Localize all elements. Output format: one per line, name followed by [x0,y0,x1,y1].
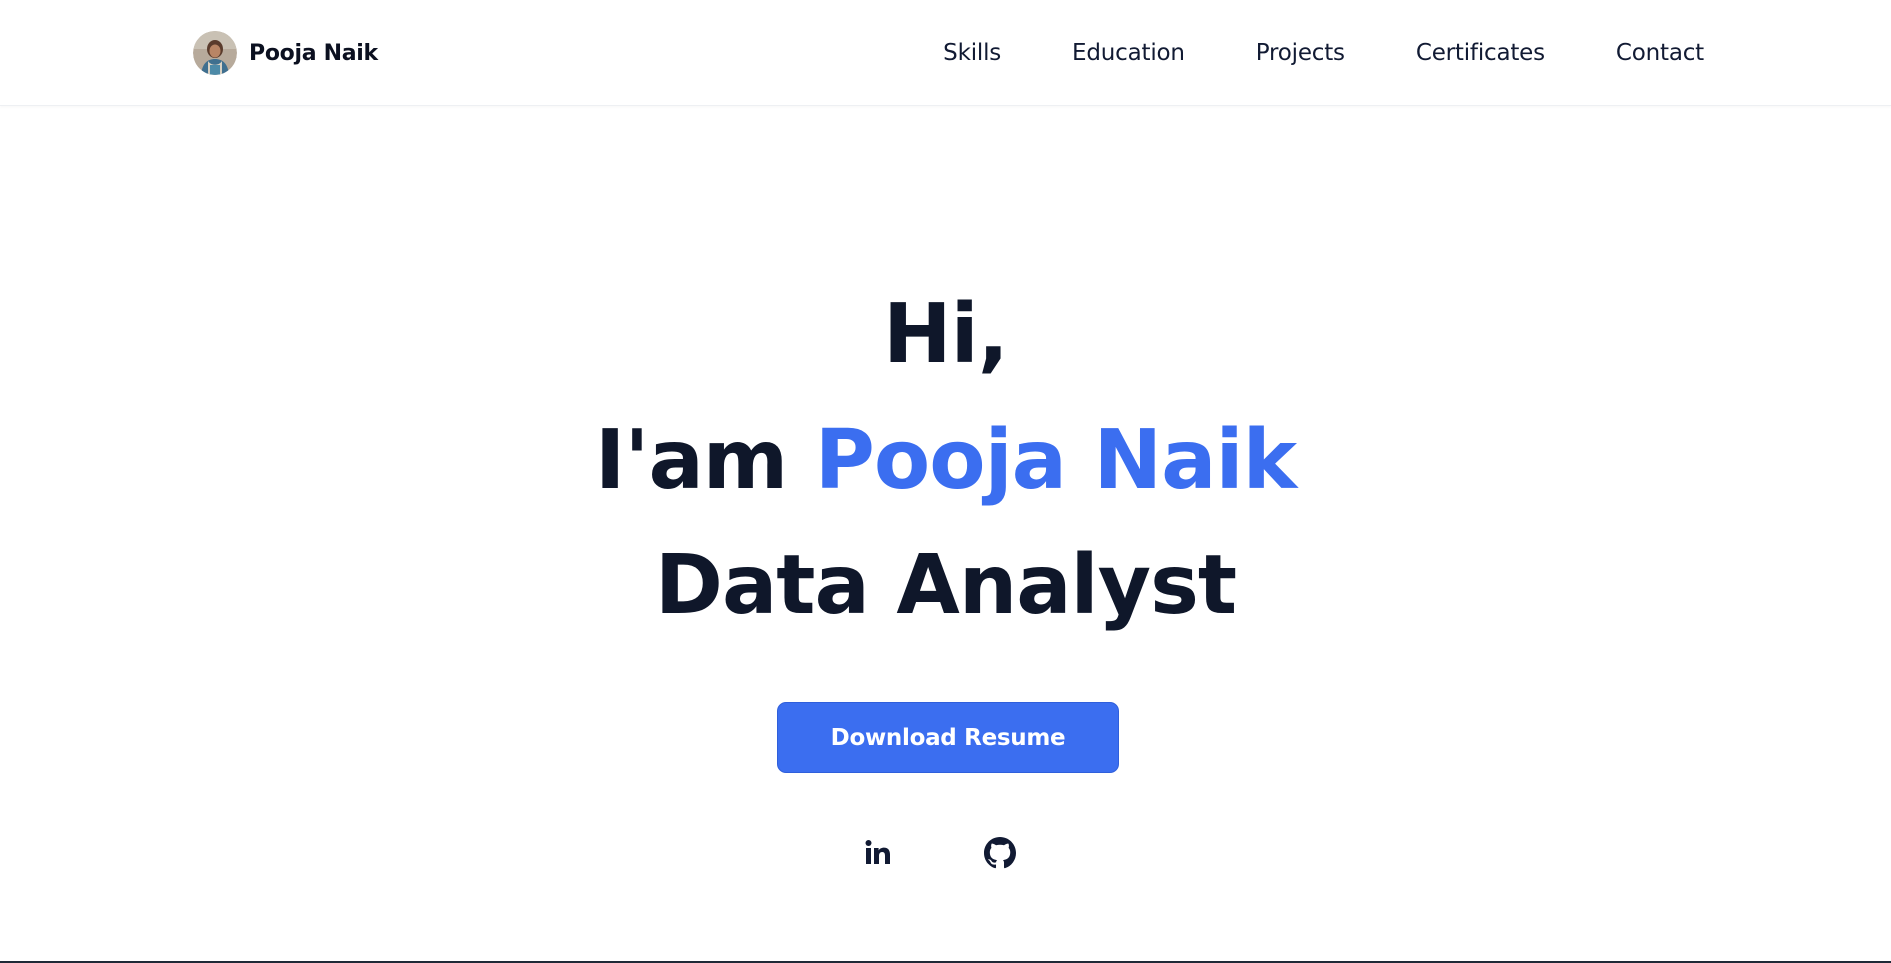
portfolio-page: Pooja Naik Skills Education Projects Cer… [0,0,1891,963]
hero-intro: I'am Pooja Naik [0,413,1891,509]
nav-link-contact[interactable]: Contact [1616,40,1704,66]
linkedin-icon [865,840,890,864]
github-icon [984,837,1016,869]
hero-intro-prefix: I'am [594,413,788,508]
brand-home-link[interactable]: Pooja Naik [193,30,378,76]
github-link[interactable] [977,830,1023,876]
hero-name: Pooja Naik [814,413,1297,508]
main-nav: Skills Education Projects Certificates C… [943,33,1704,73]
nav-link-projects[interactable]: Projects [1256,40,1345,66]
brand-name: Pooja Naik [249,40,378,66]
profile-avatar [193,31,237,75]
download-resume-button[interactable]: Download Resume [777,702,1119,773]
hero-role: Data Analyst [654,538,1237,633]
top-navbar: Pooja Naik Skills Education Projects Cer… [0,0,1891,106]
nav-link-skills[interactable]: Skills [943,40,1001,66]
hero-section: Hi, I'am Pooja Naik Data Analyst Downloa… [0,106,1891,961]
linkedin-link[interactable] [855,830,901,876]
hero-greeting: Hi, [883,287,1009,382]
nav-link-education[interactable]: Education [1072,40,1185,66]
social-links [0,830,1891,876]
nav-link-certificates[interactable]: Certificates [1416,40,1545,66]
